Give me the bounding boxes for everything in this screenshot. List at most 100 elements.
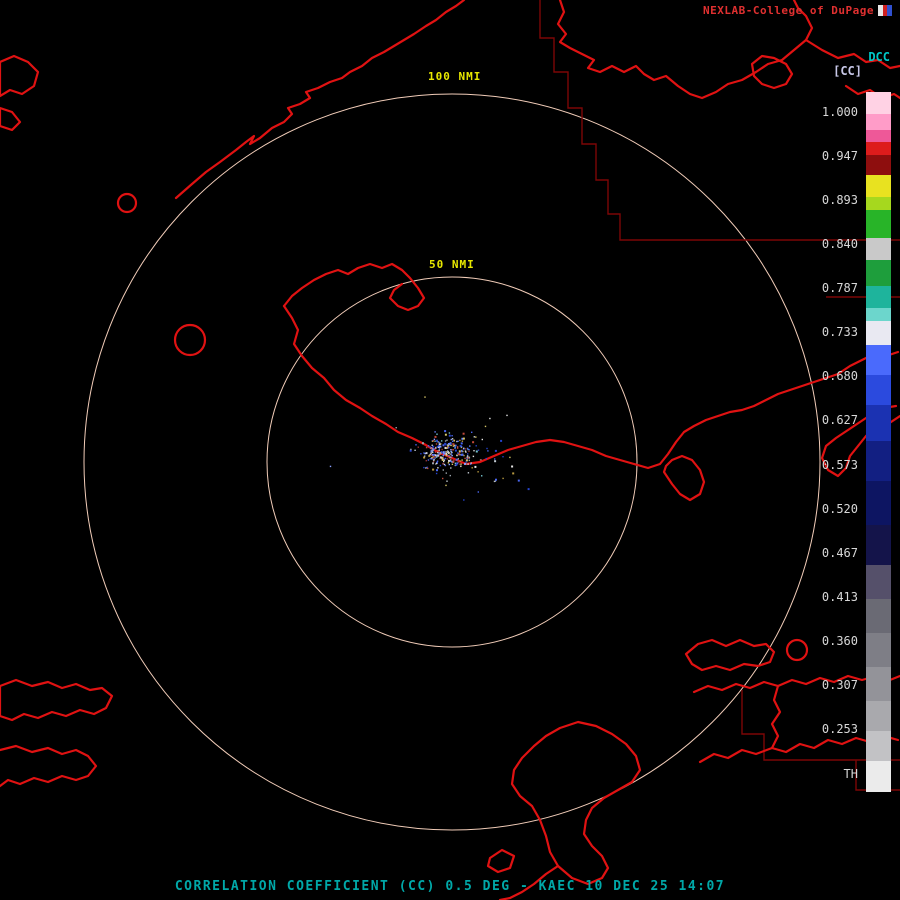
coastline-segment bbox=[176, 0, 464, 198]
radar-echo-pixel bbox=[500, 440, 502, 442]
radar-echo-pixel bbox=[506, 415, 507, 416]
radar-echo-pixel bbox=[437, 461, 438, 462]
radar-echo-pixel bbox=[463, 433, 465, 435]
coastline-segment bbox=[118, 194, 136, 212]
colorbar-tick-label: TH bbox=[844, 767, 858, 781]
radar-echo-pixel bbox=[464, 463, 466, 465]
radar-echo-pixel bbox=[456, 441, 457, 442]
radar-echo-pixel bbox=[459, 440, 460, 441]
radar-echo-pixel bbox=[461, 451, 462, 452]
radar-echo-pixel bbox=[442, 452, 443, 453]
radar-echo-pixel bbox=[467, 455, 468, 456]
radar-echo-pixel bbox=[495, 479, 497, 481]
colorbar-segment bbox=[866, 405, 891, 441]
colorbar-segment bbox=[866, 238, 891, 260]
radar-echo-pixel bbox=[445, 458, 446, 459]
radar-echo-pixel bbox=[478, 491, 479, 492]
radar-echo-pixel bbox=[450, 467, 451, 468]
coastline-segment bbox=[0, 56, 38, 96]
radar-echo-pixel bbox=[455, 445, 456, 446]
colorbar-segment bbox=[866, 197, 891, 210]
radar-echo-pixel bbox=[455, 463, 456, 464]
radar-echo-pixel bbox=[446, 440, 447, 441]
radar-echo-pixel bbox=[495, 481, 496, 482]
radar-echo-pixel bbox=[432, 452, 433, 453]
radar-echo-pixel bbox=[454, 447, 455, 448]
radar-echo-pixel bbox=[481, 475, 482, 476]
colorbar-segment bbox=[866, 286, 891, 308]
colorbar-product-label: DCC bbox=[868, 50, 890, 64]
radar-echo-pixel bbox=[452, 438, 453, 439]
radar-echo-pixel bbox=[457, 452, 458, 453]
colorbar-tick-label: 0.520 bbox=[822, 502, 858, 516]
radar-echo-pixel bbox=[429, 446, 430, 447]
radar-echo-pixel bbox=[466, 459, 468, 461]
radar-echo-pixel bbox=[438, 450, 439, 451]
radar-echo-pixel bbox=[464, 458, 465, 459]
radar-echo-pixel bbox=[450, 457, 451, 458]
radar-echo-pixel bbox=[433, 454, 435, 456]
radar-echo-pixel bbox=[450, 443, 451, 444]
radar-echo-pixel bbox=[422, 442, 424, 444]
radar-echo-pixel bbox=[440, 456, 442, 458]
radar-echo-pixel bbox=[434, 456, 435, 457]
radar-echo-pixel bbox=[410, 449, 411, 450]
colorbar-segment bbox=[866, 308, 891, 321]
colorbar-segment bbox=[866, 525, 891, 565]
radar-echo-pixel bbox=[434, 441, 435, 442]
site-title: NEXLAB-College of DuPage bbox=[703, 4, 874, 17]
radar-echo-pixel bbox=[426, 460, 427, 461]
radar-echo-pixel bbox=[444, 464, 445, 465]
radar-echo-pixel bbox=[460, 460, 461, 461]
colorbar-segment bbox=[866, 565, 891, 599]
coastline-segment bbox=[284, 264, 424, 310]
radar-echo-pixel bbox=[468, 472, 469, 473]
radar-echo-pixel bbox=[431, 457, 432, 458]
radar-echo-pixel bbox=[461, 459, 462, 460]
radar-echo-pixel bbox=[478, 450, 479, 451]
radar-echo-pixel bbox=[450, 449, 451, 450]
radar-echo-pixel bbox=[528, 488, 530, 490]
range-ring-label-100nmi: 100 NMI bbox=[424, 69, 485, 84]
radar-display-canvas: 100 NMI 50 NMI NEXLAB-College of DuPage … bbox=[0, 0, 900, 900]
radar-echo-pixel bbox=[430, 454, 431, 455]
radar-echo-pixel bbox=[476, 445, 477, 446]
radar-echo-pixel bbox=[462, 441, 463, 442]
colorbar-tick-label: 0.680 bbox=[822, 369, 858, 383]
radar-echo-pixel bbox=[434, 457, 435, 458]
colorbar-segment bbox=[866, 441, 891, 481]
radar-echo-pixel bbox=[443, 461, 444, 462]
radar-echo-pixel bbox=[415, 444, 416, 445]
radar-echo-pixel bbox=[435, 447, 436, 448]
radar-echo-pixel bbox=[442, 478, 443, 479]
colorbar-segment bbox=[866, 345, 891, 375]
radar-echo-pixel bbox=[502, 478, 503, 479]
radar-echo-pixel bbox=[426, 447, 427, 448]
radar-echo-pixel bbox=[432, 462, 434, 464]
radar-echo-pixel bbox=[446, 451, 447, 452]
radar-echo-pixel bbox=[439, 442, 440, 443]
radar-echo-pixel bbox=[460, 466, 461, 467]
radar-echo-pixel bbox=[452, 441, 453, 442]
colorbar-segment bbox=[866, 114, 891, 130]
radar-echo-pixel bbox=[477, 471, 478, 472]
colorbar-segment bbox=[866, 142, 891, 155]
radar-echo-pixel bbox=[475, 436, 476, 437]
radar-echo-pixel bbox=[465, 461, 466, 462]
colorbar-segment bbox=[866, 210, 891, 238]
radar-echo-pixel bbox=[457, 441, 458, 442]
radar-echo-pixel bbox=[452, 455, 453, 456]
radar-echo-pixel bbox=[432, 469, 434, 471]
radar-echo-pixel bbox=[433, 461, 434, 462]
radar-echo-pixel bbox=[423, 467, 424, 468]
radar-echo-pixel bbox=[330, 466, 331, 467]
radar-echo-pixel bbox=[438, 447, 439, 448]
radar-echo-pixel bbox=[471, 462, 472, 463]
radar-echo-pixel bbox=[455, 464, 457, 466]
radar-echo-pixel bbox=[459, 464, 460, 465]
radar-echo-pixel bbox=[459, 452, 460, 453]
radar-echo-pixel bbox=[446, 472, 447, 473]
colorbar-segment bbox=[866, 633, 891, 667]
colorbar-segment bbox=[866, 481, 891, 525]
colorbar-tick-label: 0.307 bbox=[822, 678, 858, 692]
